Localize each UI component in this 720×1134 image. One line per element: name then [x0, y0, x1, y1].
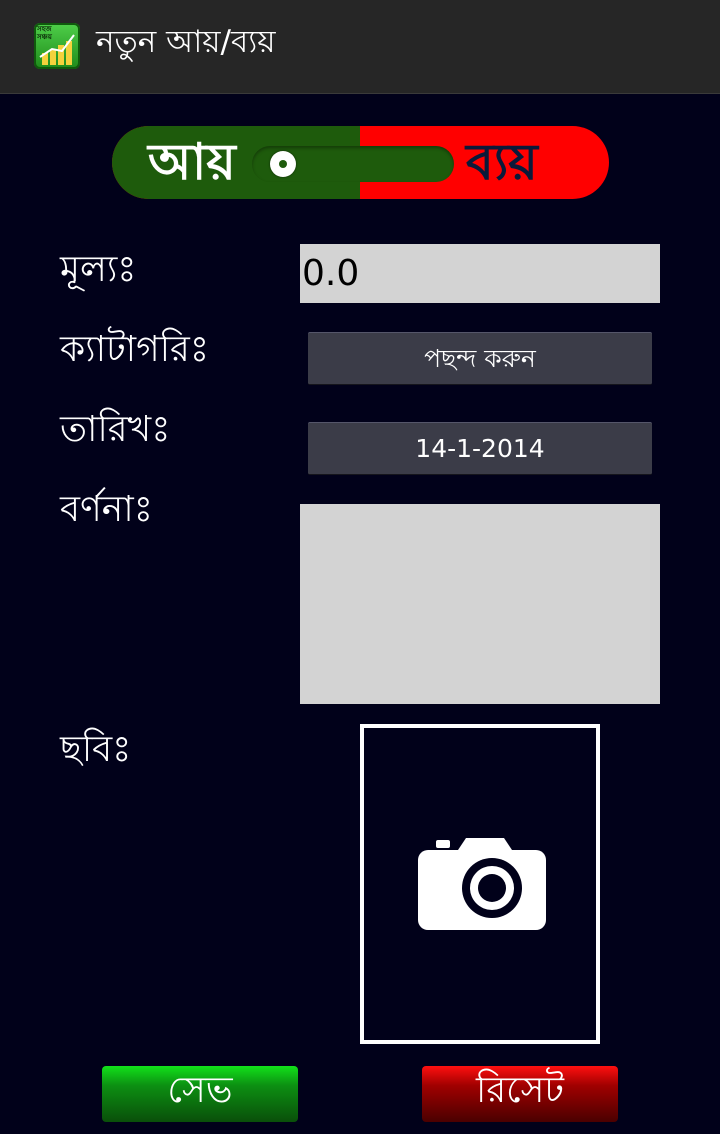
category-select[interactable]: পছন্দ করুন [308, 332, 652, 385]
amount-input[interactable]: 0.0 [300, 244, 660, 303]
action-bar: সহজ সঞ্চয় নতুন আয়/ব্যয় [0, 0, 720, 94]
description-label: বর্ণনাঃ [60, 489, 153, 530]
toggle-knob[interactable] [270, 151, 296, 177]
toggle-income-label: আয় [148, 133, 236, 191]
app-logo-text: সহজ সঞ্চয় [37, 25, 52, 41]
app-logo-icon: সহজ সঞ্চয় [34, 23, 80, 69]
save-button[interactable]: সেভ [102, 1066, 298, 1122]
photo-label: ছবিঃ [60, 729, 132, 770]
screen: সহজ সঞ্চয় নতুন আয়/ব্যয় আয় ব্যয় মূল্… [0, 0, 720, 1134]
page-title: নতুন আয়/ব্যয় [96, 24, 276, 60]
date-label: তারিখঃ [60, 409, 171, 450]
income-expense-toggle[interactable]: আয় ব্যয় [112, 126, 609, 199]
camera-icon [418, 838, 546, 938]
toggle-expense-label: ব্যয় [466, 133, 538, 191]
date-picker-button[interactable]: 14-1-2014 [308, 422, 652, 475]
reset-button[interactable]: রিসেট [422, 1066, 618, 1122]
amount-label: মূল্যঃ [60, 249, 137, 290]
photo-picker[interactable] [360, 724, 600, 1044]
category-label: ক্যাটাগরিঃ [60, 329, 210, 370]
description-textarea[interactable] [300, 504, 660, 704]
